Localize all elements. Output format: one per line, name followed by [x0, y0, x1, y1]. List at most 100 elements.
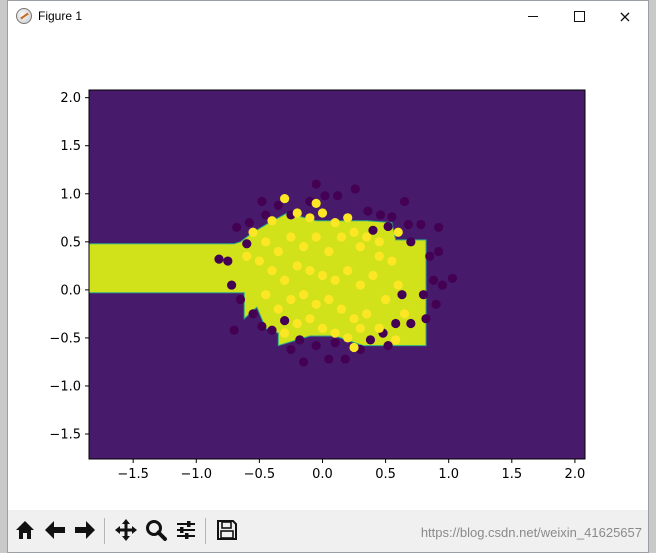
data-point-class-1 [292, 261, 302, 271]
data-point-class-1 [349, 227, 359, 237]
data-point-class-0 [403, 219, 413, 230]
save-button[interactable] [213, 516, 241, 544]
data-point-class-1 [311, 232, 321, 242]
data-point-class-1 [391, 335, 401, 345]
data-point-class-0 [428, 275, 439, 285]
data-point-class-1 [374, 323, 384, 333]
data-point-class-0 [406, 318, 416, 329]
y-tick-label: 1.5 [60, 139, 81, 154]
data-point-class-0 [437, 280, 447, 290]
maximize-button[interactable] [556, 1, 602, 32]
data-point-class-0 [391, 318, 401, 329]
x-tick-label: −1.0 [180, 467, 212, 482]
forward-button[interactable] [71, 516, 99, 544]
data-point-class-1 [286, 232, 296, 242]
data-point-class-0 [375, 210, 386, 220]
data-point-class-1 [242, 251, 252, 261]
y-tick-label: −1.0 [49, 379, 81, 394]
data-point-class-0 [350, 184, 360, 194]
data-point-class-0 [244, 218, 254, 228]
y-tick-label: 2.0 [60, 91, 81, 106]
data-point-class-1 [317, 270, 328, 281]
data-point-class-1 [343, 266, 353, 276]
data-point-class-1 [298, 290, 309, 300]
data-point-class-1 [387, 256, 397, 266]
data-point-class-0 [257, 321, 267, 331]
data-point-class-1 [317, 208, 328, 218]
data-point-class-1 [336, 304, 347, 314]
home-button[interactable] [11, 516, 39, 544]
data-point-class-1 [261, 237, 271, 247]
data-point-class-0 [286, 344, 296, 355]
data-point-class-0 [383, 221, 393, 232]
y-tick-label: 0.5 [60, 235, 81, 250]
y-tick-label: 0.0 [60, 283, 81, 298]
data-point-class-0 [431, 299, 441, 309]
data-point-class-1 [317, 323, 328, 333]
data-point-class-1 [273, 304, 283, 314]
data-point-class-0 [418, 290, 429, 300]
data-point-class-1 [248, 227, 258, 237]
data-point-class-0 [242, 239, 252, 249]
data-point-class-1 [305, 314, 315, 324]
data-point-class-0 [267, 325, 277, 335]
save-icon [217, 520, 237, 540]
x-tick-label: −0.5 [244, 467, 276, 482]
data-point-class-0 [223, 256, 233, 266]
data-point-class-0 [280, 316, 290, 326]
data-point-class-0 [399, 196, 410, 207]
data-point-class-1 [349, 314, 359, 324]
data-point-class-1 [343, 213, 353, 223]
data-point-class-0 [333, 191, 343, 201]
data-point-class-0 [416, 219, 426, 230]
data-point-class-1 [355, 323, 365, 333]
back-button[interactable] [41, 516, 69, 544]
data-point-class-0 [214, 254, 224, 264]
back-icon [45, 521, 65, 539]
data-point-class-1 [355, 280, 365, 290]
data-point-class-0 [363, 206, 373, 216]
configure-subplots-button[interactable] [172, 516, 200, 544]
zoom-button[interactable] [142, 516, 170, 544]
pan-button[interactable] [112, 516, 140, 544]
data-point-class-0 [447, 273, 458, 283]
minimize-button[interactable] [510, 1, 556, 32]
data-point-class-1 [273, 246, 283, 257]
data-point-class-1 [374, 251, 384, 261]
pan-icon [115, 519, 137, 541]
data-point-class-1 [330, 328, 340, 338]
configure-icon [177, 521, 195, 539]
minimize-icon [528, 16, 538, 17]
toolbar-separator [104, 518, 105, 544]
y-tick-label: 1.0 [60, 187, 81, 202]
data-point-class-1 [349, 342, 359, 353]
title-bar[interactable]: Figure 1 × [8, 1, 648, 32]
data-point-class-0 [311, 341, 321, 351]
data-point-class-1 [324, 294, 334, 305]
data-point-class-1 [286, 294, 296, 305]
zoom-icon [146, 520, 167, 541]
forward-icon [75, 521, 95, 539]
figure-window: Figure 1 × −1.5 −1.0 −0.5 0.0 0.5 1.0 1.5 2.0 2.… [7, 0, 649, 553]
data-point-class-1 [362, 232, 372, 242]
data-point-class-1 [305, 266, 315, 276]
data-point-class-0 [248, 309, 258, 319]
data-point-class-1 [311, 198, 321, 208]
data-point-class-1 [393, 227, 403, 237]
navigation-toolbar: https://blog.csdn.net/weixin_41625657 [8, 510, 648, 552]
data-point-class-0 [295, 335, 305, 345]
close-button[interactable]: × [602, 1, 648, 32]
data-point-class-1 [280, 193, 290, 204]
data-point-class-1 [330, 218, 340, 228]
y-tick-label: −0.5 [49, 331, 81, 346]
data-point-class-0 [330, 338, 340, 348]
data-point-class-0 [324, 354, 334, 364]
data-point-class-0 [365, 335, 376, 345]
data-point-class-0 [320, 191, 330, 201]
data-point-class-0 [368, 225, 378, 235]
x-tick-label: 1.5 [501, 467, 522, 482]
x-tick-label: 0.0 [312, 467, 333, 482]
data-point-class-1 [298, 242, 309, 252]
data-point-class-1 [324, 246, 334, 257]
x-tick-label: 1.0 [438, 467, 459, 482]
